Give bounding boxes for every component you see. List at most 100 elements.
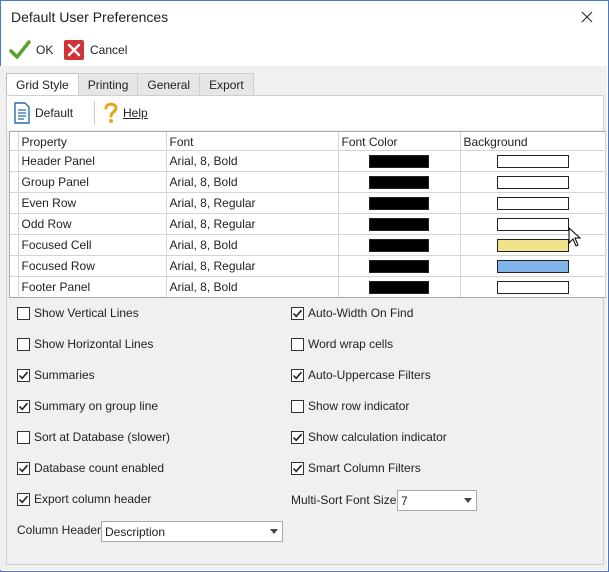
- cell-font-color[interactable]: [338, 233, 461, 255]
- checkbox-show-vertical-lines[interactable]: Show Vertical Lines: [17, 305, 139, 321]
- checkbox-checked-icon[interactable]: [291, 461, 304, 475]
- default-label: Default: [35, 106, 74, 120]
- grid-row[interactable]: Even Row Arial, 8, Regular: [10, 191, 606, 213]
- multi-sort-value: 7: [401, 493, 408, 508]
- grid-row[interactable]: Footer Panel Arial, 8, Bold: [10, 275, 606, 297]
- cell-font-color[interactable]: [338, 191, 461, 213]
- cell-background[interactable]: [460, 149, 606, 171]
- tab-grid-style[interactable]: Grid Style: [6, 73, 79, 96]
- grid-row[interactable]: Focused Cell Arial, 8, Bold: [10, 233, 606, 255]
- help-icon: [104, 102, 118, 123]
- checkbox-smart-column-filters[interactable]: Smart Column Filters: [291, 460, 421, 476]
- column-header-dropdown[interactable]: Description: [101, 521, 283, 542]
- cell-font-color[interactable]: [338, 275, 461, 297]
- dialog-toolbar: OK Cancel: [1, 33, 608, 67]
- grid-row[interactable]: Group Panel Arial, 8, Bold: [10, 170, 606, 192]
- checkbox-label: Export column header: [34, 492, 152, 506]
- cell-background[interactable]: [460, 233, 606, 255]
- cell-background[interactable]: [460, 254, 606, 276]
- cancel-icon: [64, 40, 84, 60]
- checkbox-word-wrap-cells[interactable]: Word wrap cells: [291, 336, 393, 352]
- checkbox-unchecked-icon[interactable]: [17, 430, 30, 444]
- font-color-swatch: [369, 238, 429, 252]
- checkbox-unchecked-icon[interactable]: [291, 337, 304, 351]
- checkbox-label: Show Horizontal Lines: [34, 337, 154, 351]
- grid-row[interactable]: Odd Row Arial, 8, Regular: [10, 212, 606, 234]
- checkbox-unchecked-icon[interactable]: [17, 337, 30, 351]
- cell-font-color[interactable]: [338, 254, 461, 276]
- multi-sort-label: Multi-Sort Font Size: [291, 493, 397, 507]
- cell-font[interactable]: Arial, 8, Bold: [166, 149, 339, 171]
- cell-property[interactable]: Odd Row: [18, 212, 167, 234]
- checkmark-icon: [9, 40, 31, 59]
- tab-printing[interactable]: Printing: [77, 73, 139, 95]
- checkbox-checked-icon[interactable]: [17, 368, 30, 382]
- cell-font[interactable]: Arial, 8, Regular: [166, 212, 339, 234]
- checkbox-checked-icon[interactable]: [291, 306, 304, 320]
- column-header-property[interactable]: Property: [18, 132, 167, 150]
- cell-font[interactable]: Arial, 8, Bold: [166, 275, 339, 297]
- checkbox-auto-width-on-find[interactable]: Auto-Width On Find: [291, 305, 413, 321]
- tab-general[interactable]: General: [137, 73, 201, 95]
- multi-sort-font-size-dropdown[interactable]: 7: [397, 490, 477, 511]
- checkbox-checked-icon[interactable]: [17, 492, 30, 506]
- checkbox-database-count-enabled[interactable]: Database count enabled: [17, 460, 164, 476]
- cell-property[interactable]: Even Row: [18, 191, 167, 213]
- checkbox-show-row-indicator[interactable]: Show row indicator: [291, 398, 409, 414]
- panel-toolbar: Default Help: [7, 96, 603, 130]
- font-color-swatch: [369, 259, 429, 273]
- cell-property[interactable]: Focused Row: [18, 254, 167, 276]
- checkbox-checked-icon[interactable]: [291, 430, 304, 444]
- chevron-down-icon: [464, 498, 472, 503]
- checkbox-show-horizontal-lines[interactable]: Show Horizontal Lines: [17, 336, 153, 352]
- cell-property[interactable]: Header Panel: [18, 149, 167, 171]
- cell-font[interactable]: Arial, 8, Regular: [166, 191, 339, 213]
- checkbox-checked-icon[interactable]: [17, 461, 30, 475]
- cell-property[interactable]: Focused Cell: [18, 233, 167, 255]
- cell-font-color[interactable]: [338, 170, 461, 192]
- help-button[interactable]: Help: [103, 100, 148, 126]
- row-indicator: [10, 191, 19, 213]
- cell-background[interactable]: [460, 212, 606, 234]
- checkbox-show-calculation-indicator[interactable]: Show calculation indicator: [291, 429, 447, 445]
- checkbox-export-column-header[interactable]: Export column header: [17, 491, 151, 507]
- row-indicator: [10, 275, 19, 297]
- cancel-button[interactable]: Cancel: [63, 37, 127, 63]
- checkbox-summary-on-group-line[interactable]: Summary on group line: [17, 398, 158, 414]
- checkbox-auto-uppercase-filters[interactable]: Auto-Uppercase Filters: [291, 367, 431, 383]
- cell-font[interactable]: Arial, 8, Bold: [166, 233, 339, 255]
- checkbox-unchecked-icon[interactable]: [17, 306, 30, 320]
- cell-background[interactable]: [460, 191, 606, 213]
- column-header-font[interactable]: Font: [166, 132, 339, 150]
- chevron-down-icon: [270, 529, 278, 534]
- cell-property[interactable]: Footer Panel: [18, 275, 167, 297]
- font-color-swatch: [369, 154, 429, 168]
- cell-font[interactable]: Arial, 8, Regular: [166, 254, 339, 276]
- cell-font-color[interactable]: [338, 149, 461, 171]
- checkbox-checked-icon[interactable]: [17, 399, 30, 413]
- ok-button[interactable]: OK: [9, 37, 53, 63]
- tab-export[interactable]: Export: [199, 73, 254, 95]
- close-icon: [581, 11, 593, 23]
- checkbox-unchecked-icon[interactable]: [291, 399, 304, 413]
- grid-row[interactable]: Header Panel Arial, 8, Bold: [10, 149, 606, 171]
- cell-background[interactable]: [460, 275, 606, 297]
- grid-row[interactable]: Focused Row Arial, 8, Regular: [10, 254, 606, 276]
- column-header-background[interactable]: Background: [460, 132, 606, 150]
- column-header-font-color[interactable]: Font Color: [338, 132, 461, 150]
- cancel-label: Cancel: [90, 43, 128, 57]
- document-icon: [14, 102, 30, 124]
- checkbox-summaries[interactable]: Summaries: [17, 367, 95, 383]
- checkbox-label: Summaries: [34, 368, 95, 382]
- cell-property[interactable]: Group Panel: [18, 170, 167, 192]
- checkbox-sort-at-database-slower[interactable]: Sort at Database (slower): [17, 429, 170, 445]
- cell-background[interactable]: [460, 170, 606, 192]
- cell-font-color[interactable]: [338, 212, 461, 234]
- background-color-swatch: [496, 154, 569, 168]
- close-button[interactable]: [576, 6, 598, 28]
- default-button[interactable]: Default: [13, 100, 73, 126]
- style-grid: Property Font Font Color Background Head…: [9, 131, 606, 298]
- cell-font[interactable]: Arial, 8, Bold: [166, 170, 339, 192]
- checkbox-checked-icon[interactable]: [291, 368, 304, 382]
- background-color-swatch: [496, 280, 569, 294]
